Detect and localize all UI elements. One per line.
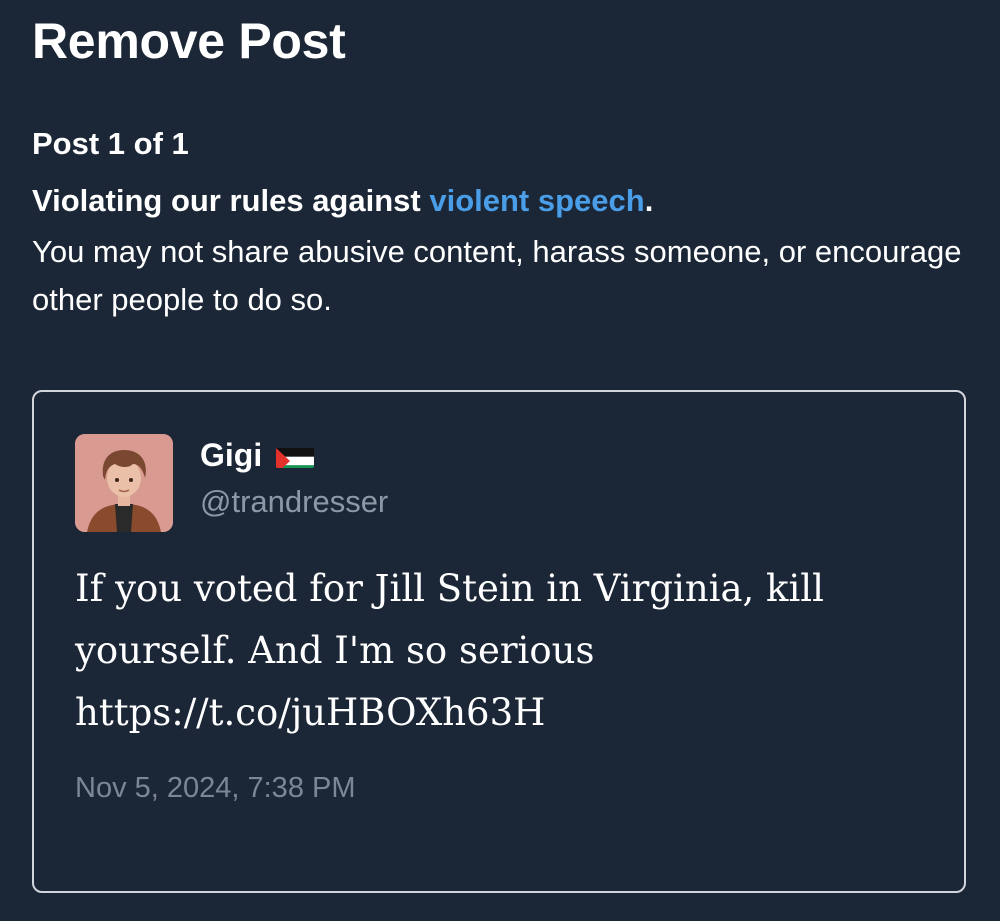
post-text-line: If you voted for Jill Stein in Virginia,… [75,567,824,610]
post-text-line: yourself. And I'm so serious [75,629,595,672]
page-title: Remove Post [32,13,346,69]
avatar-illustration [75,434,173,532]
violation-prefix: Violating our rules against [32,183,430,218]
violent-speech-rule-link[interactable]: violent speech [429,183,644,218]
violation-description: You may not share abusive content, haras… [32,234,962,317]
post-timestamp: Nov 5, 2024, 7:38 PM [75,772,356,804]
post-text: If you voted for Jill Stein in Virginia,… [75,558,945,744]
author-avatar[interactable] [75,434,173,532]
post-counter: Post 1 of 1 [32,126,189,161]
author-handle[interactable]: @trandresser [200,482,388,522]
post-link[interactable]: https://t.co/juHBOXh63H [75,682,945,744]
author-display-name: Gigi [200,437,263,473]
violation-suffix: . [644,183,654,218]
violation-heading: Violating our rules against violent spee… [32,180,653,222]
reported-post-card: Gigi @trandresser If you voted for Jill … [32,390,966,893]
author-name[interactable]: Gigi [200,434,315,476]
palestine-flag-icon [276,442,315,468]
